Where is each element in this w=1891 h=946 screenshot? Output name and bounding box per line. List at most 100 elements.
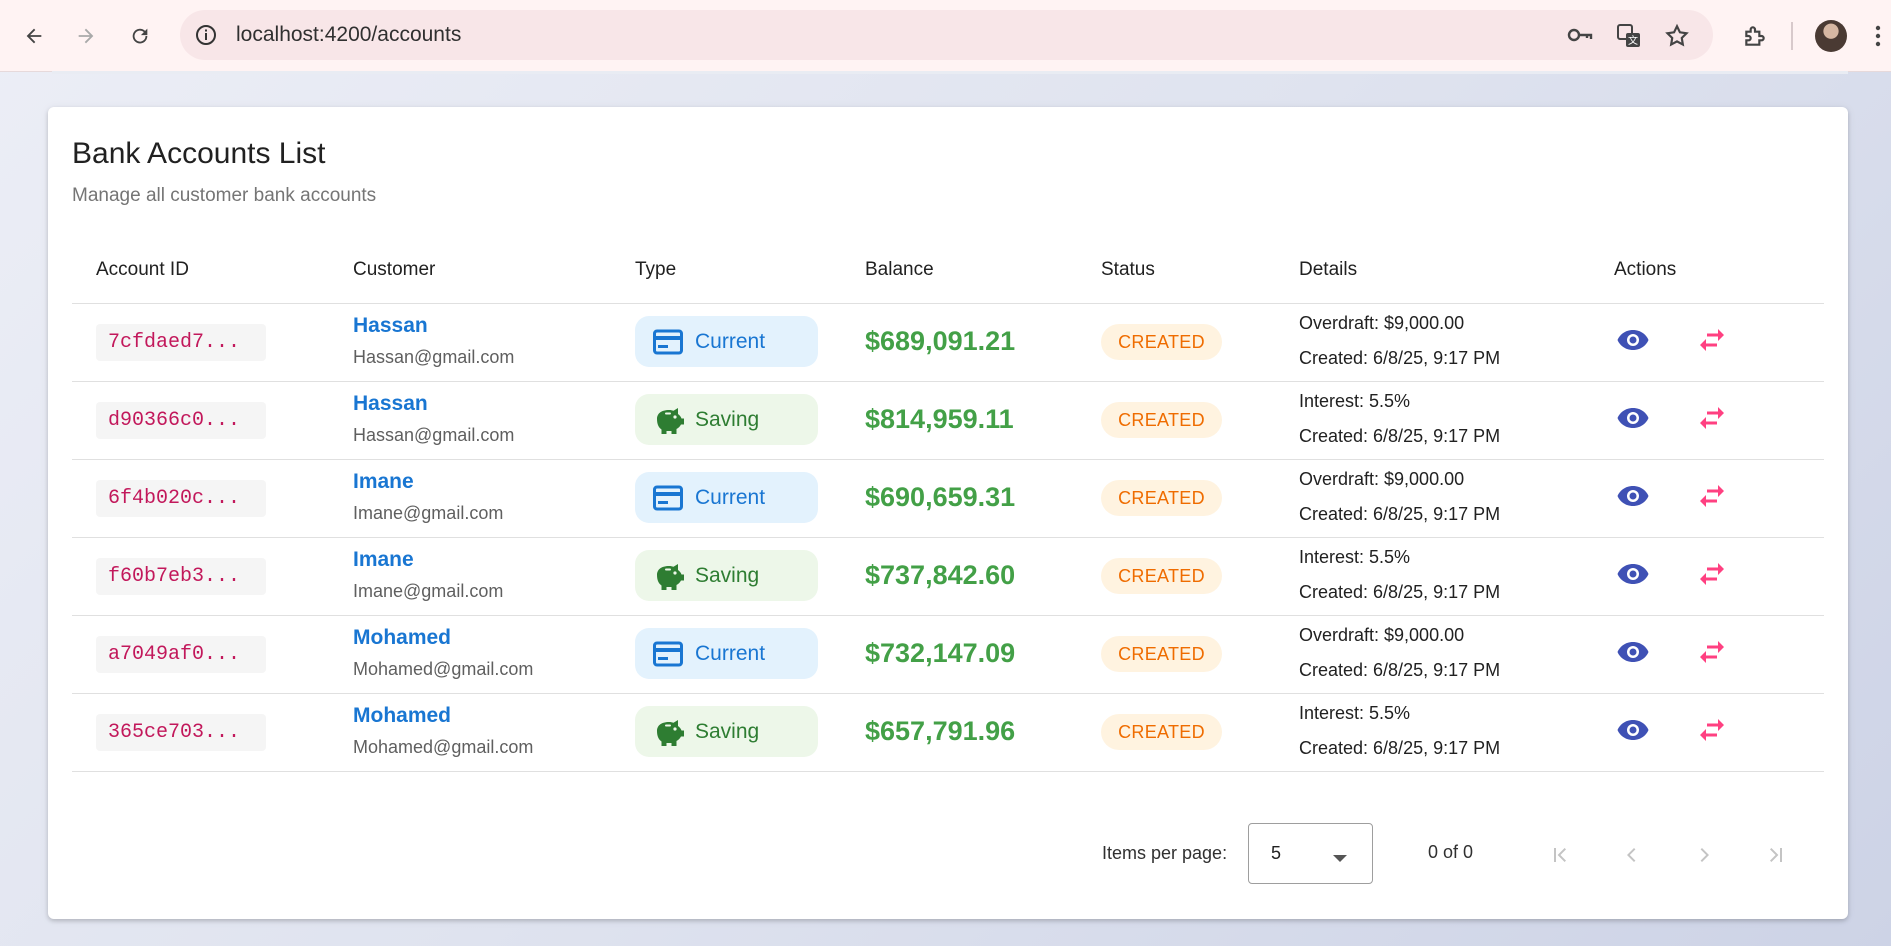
customer-email: Mohamed@gmail.com	[353, 737, 534, 757]
view-account-button[interactable]	[1613, 639, 1653, 669]
browser-toolbar: localhost:4200/accounts 文	[0, 0, 1891, 72]
page-title: Bank Accounts List	[72, 137, 326, 170]
chevron-left-icon	[1627, 848, 1636, 862]
last-page-button[interactable]	[1756, 835, 1796, 875]
account-type-chip: Saving	[635, 706, 818, 757]
account-balance: $737,842.60	[865, 560, 1016, 590]
customer-email: Imane@gmail.com	[353, 503, 504, 523]
account-id[interactable]: a7049af0...	[96, 636, 266, 673]
eye-icon	[1616, 562, 1650, 591]
customer-name[interactable]: Mohamed	[353, 704, 451, 728]
first-page-icon	[1554, 848, 1566, 862]
next-page-button[interactable]	[1684, 835, 1724, 875]
account-type-label: Saving	[695, 407, 760, 431]
table-row[interactable]: d90366c0... Hassan Hassan@gmail.com Saving $…	[72, 381, 1824, 460]
last-page-icon	[1770, 848, 1782, 862]
account-id[interactable]: 7cfdaed7...	[96, 324, 266, 361]
table-row[interactable]: 365ce703... Mohamed Mohamed@gmail.com Savin…	[72, 693, 1824, 772]
reload-button[interactable]	[122, 18, 158, 54]
transfer-button[interactable]	[1692, 639, 1732, 669]
account-type-chip: Current	[635, 628, 818, 679]
transfer-button[interactable]	[1692, 327, 1732, 357]
profile-avatar[interactable]	[1815, 20, 1847, 52]
account-type-chip: Saving	[635, 550, 818, 601]
customer-name[interactable]: Imane	[353, 470, 414, 494]
eye-icon	[1616, 406, 1650, 435]
created-date: Created: 6/8/25, 9:17 PM	[1299, 582, 1501, 602]
back-button[interactable]	[16, 18, 52, 54]
page-subtitle: Manage all customer bank accounts	[72, 185, 377, 206]
customer-email: Hassan@gmail.com	[353, 347, 515, 367]
account-id[interactable]: 6f4b020c...	[96, 480, 266, 517]
account-type-label: Current	[695, 641, 766, 665]
account-detail: Overdraft: $9,000.00	[1299, 313, 1465, 333]
account-id[interactable]: d90366c0...	[96, 402, 266, 439]
swap-horiz-icon	[1697, 327, 1727, 358]
account-balance: $732,147.09	[865, 638, 1016, 668]
info-icon[interactable]	[194, 23, 218, 52]
eye-icon	[1616, 640, 1650, 669]
items-per-page-select[interactable]: 5	[1248, 823, 1373, 884]
forward-button[interactable]	[68, 18, 104, 54]
items-per-page-label: Items per page:	[1102, 843, 1228, 863]
view-account-button[interactable]	[1613, 483, 1653, 513]
account-type-label: Current	[695, 329, 766, 353]
table-row[interactable]: 6f4b020c... Imane Imane@gmail.com Current $6…	[72, 459, 1824, 538]
account-detail: Interest: 5.5%	[1299, 703, 1411, 723]
translate-icon[interactable]: 文	[1616, 23, 1642, 54]
view-account-button[interactable]	[1613, 717, 1653, 747]
account-type-label: Saving	[695, 719, 760, 743]
eye-icon	[1616, 484, 1650, 513]
view-account-button[interactable]	[1613, 561, 1653, 591]
status-badge: CREATED	[1101, 402, 1222, 438]
transfer-button[interactable]	[1692, 717, 1732, 747]
customer-email: Imane@gmail.com	[353, 581, 504, 601]
header-customer: Customer	[353, 259, 436, 280]
header-balance: Balance	[865, 259, 934, 280]
arrow-right-icon	[78, 28, 94, 44]
account-id[interactable]: 365ce703...	[96, 714, 266, 751]
view-account-button[interactable]	[1613, 327, 1653, 357]
key-icon[interactable]	[1566, 23, 1594, 52]
customer-email: Hassan@gmail.com	[353, 425, 515, 445]
header-account-id: Account ID	[96, 259, 189, 280]
transfer-button[interactable]	[1692, 483, 1732, 513]
account-id[interactable]: f60b7eb3...	[96, 558, 266, 595]
created-date: Created: 6/8/25, 9:17 PM	[1299, 426, 1501, 446]
view-account-button[interactable]	[1613, 405, 1653, 435]
first-page-button[interactable]	[1540, 835, 1580, 875]
table-row[interactable]: 7cfdaed7... Hassan Hassan@gmail.com Current…	[72, 303, 1824, 382]
piggy-bank-icon	[653, 716, 685, 748]
menu-button[interactable]	[1868, 18, 1888, 54]
credit-card-icon	[653, 326, 685, 358]
previous-page-button[interactable]	[1612, 835, 1652, 875]
account-balance: $689,091.21	[865, 326, 1016, 356]
range-label: 0 of 0	[1428, 842, 1474, 862]
piggy-bank-icon	[653, 404, 685, 436]
customer-name[interactable]: Mohamed	[353, 626, 451, 650]
swap-horiz-icon	[1697, 639, 1727, 670]
created-date: Created: 6/8/25, 9:17 PM	[1299, 348, 1501, 368]
header-actions: Actions	[1614, 259, 1677, 280]
url-text[interactable]: localhost:4200/accounts	[236, 23, 461, 47]
transfer-button[interactable]	[1692, 405, 1732, 435]
created-date: Created: 6/8/25, 9:17 PM	[1299, 738, 1501, 758]
table-row[interactable]: f60b7eb3... Imane Imane@gmail.com Saving $73…	[72, 537, 1824, 616]
swap-horiz-icon	[1697, 561, 1727, 592]
table-row[interactable]: a7049af0... Mohamed Mohamed@gmail.com Curre…	[72, 615, 1824, 694]
svg-text:文: 文	[1628, 34, 1638, 47]
extensions-button[interactable]	[1737, 18, 1773, 54]
table-header: Account ID Customer Type Balance Status …	[72, 237, 1824, 304]
status-badge: CREATED	[1101, 714, 1222, 750]
customer-name[interactable]: Hassan	[353, 314, 428, 338]
address-bar[interactable]: localhost:4200/accounts 文	[180, 10, 1713, 60]
star-icon[interactable]	[1664, 23, 1690, 54]
accounts-card: Bank Accounts List Manage all customer b…	[48, 107, 1848, 919]
top-strip	[52, 71, 1848, 74]
customer-name[interactable]: Hassan	[353, 392, 428, 416]
created-date: Created: 6/8/25, 9:17 PM	[1299, 660, 1501, 680]
customer-name[interactable]: Imane	[353, 548, 414, 572]
transfer-button[interactable]	[1692, 561, 1732, 591]
status-badge: CREATED	[1101, 324, 1222, 360]
account-type-chip: Saving	[635, 394, 818, 445]
